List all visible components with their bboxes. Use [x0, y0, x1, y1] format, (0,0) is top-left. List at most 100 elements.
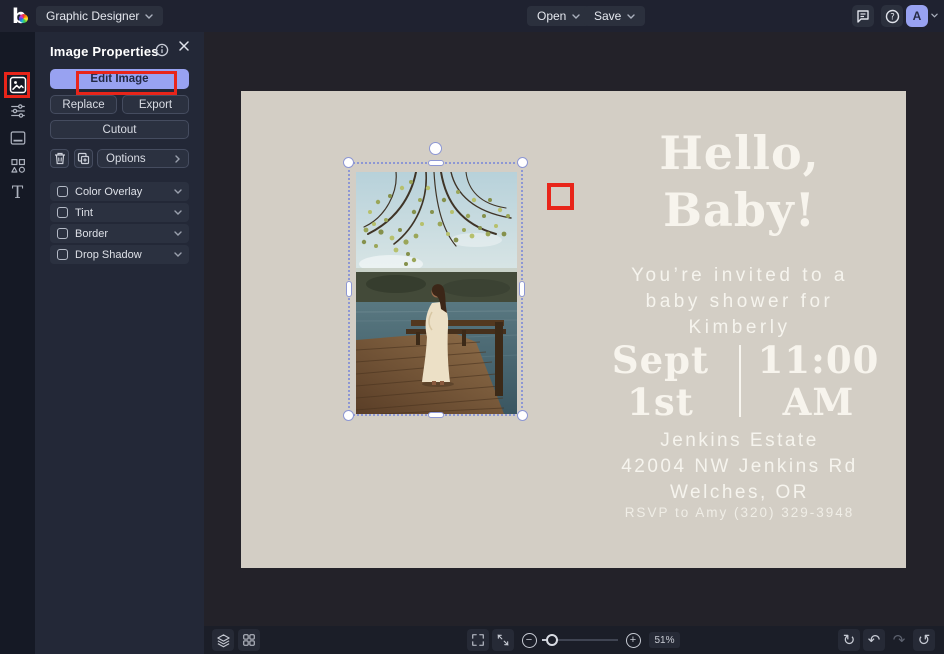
chevron-right-icon — [175, 154, 180, 163]
replace-label: Replace — [62, 98, 105, 111]
toggle-color-overlay[interactable]: Color Overlay — [50, 182, 189, 201]
rotate-handle[interactable] — [429, 142, 442, 155]
design-canvas[interactable]: Hello, Baby! You’re invited to a baby sh… — [204, 32, 944, 654]
account-chevron-down-icon[interactable] — [931, 13, 938, 18]
resize-handle-top[interactable] — [427, 160, 444, 166]
tool-rail: T — [0, 32, 35, 654]
refresh-canvas-button[interactable]: ↻ — [838, 629, 860, 651]
checkbox[interactable] — [57, 186, 68, 197]
invitation-card[interactable]: Hello, Baby! You’re invited to a baby sh… — [241, 91, 906, 568]
resize-handle-top-right[interactable] — [517, 157, 528, 168]
card-rsvp[interactable]: RSVP to Amy (320) 329-3948 — [573, 505, 906, 520]
befunky-logo[interactable]: b — [12, 4, 32, 28]
panel-title: Image Properties — [50, 44, 159, 59]
duplicate-icon — [77, 152, 90, 165]
card-address[interactable]: Jenkins Estate 42004 NW Jenkins Rd Welch… — [573, 428, 906, 506]
cutout-button[interactable]: Cutout — [50, 120, 189, 139]
zoom-slider[interactable] — [542, 634, 618, 646]
card-invite-text[interactable]: You’re invited to a baby shower for Kimb… — [573, 263, 906, 341]
info-button[interactable] — [155, 43, 169, 57]
card-title-line: Hello, — [659, 126, 820, 180]
color-wheel-icon — [19, 14, 28, 23]
rail-item-adjustments[interactable] — [0, 98, 35, 124]
layers-button[interactable] — [212, 629, 234, 651]
card-datetime[interactable]: Sept 1st 11:00 AM — [573, 339, 906, 423]
toggle-label: Drop Shadow — [75, 248, 142, 261]
frame-icon — [10, 131, 25, 145]
toggle-border[interactable]: Border — [50, 224, 189, 243]
invite-line: baby shower for — [645, 291, 834, 312]
close-panel-button[interactable] — [178, 40, 190, 52]
card-date: Sept 1st — [597, 339, 725, 423]
checkbox[interactable] — [57, 228, 68, 239]
cutout-label: Cutout — [102, 123, 137, 136]
address-line: Welches, OR — [669, 482, 810, 503]
date-line: 1st — [627, 380, 694, 424]
card-title[interactable]: Hello, Baby! — [573, 125, 906, 239]
zoom-in-button[interactable]: + — [622, 629, 644, 651]
delete-layer-button[interactable] — [50, 149, 69, 168]
rail-item-text[interactable]: T — [0, 180, 35, 206]
photo-layer[interactable] — [356, 172, 517, 414]
close-icon — [179, 41, 189, 51]
fit-to-screen-icon — [497, 634, 509, 646]
resize-handle-left[interactable] — [346, 281, 352, 297]
edit-image-label: Edit Image — [90, 73, 149, 85]
product-menu-button[interactable]: Graphic Designer — [36, 6, 164, 26]
resize-handle-bottom-right[interactable] — [517, 410, 528, 421]
fullscreen-icon — [472, 634, 484, 646]
zoom-level-badge: 51% — [649, 632, 680, 648]
grid-view-button[interactable] — [238, 629, 260, 651]
history-icon: ↺ — [917, 630, 931, 649]
rail-item-image-manager[interactable] — [0, 72, 35, 98]
account-avatar[interactable]: A — [906, 5, 928, 27]
info-icon — [155, 43, 169, 57]
export-button[interactable]: Export — [122, 95, 189, 114]
date-line: Sept — [611, 338, 710, 382]
save-button[interactable]: Save — [584, 6, 646, 26]
image-icon — [9, 76, 26, 94]
app-window: b Graphic Designer Open Save ? A — [0, 0, 944, 654]
chevron-down-icon — [174, 252, 182, 257]
chevron-down-icon — [174, 231, 182, 236]
redo-button[interactable]: ↷ — [888, 629, 910, 651]
chevron-down-icon — [627, 14, 636, 19]
checkbox[interactable] — [57, 207, 68, 218]
minus-icon: − — [521, 632, 537, 648]
chevron-down-icon — [174, 210, 182, 215]
product-menu-label: Graphic Designer — [46, 9, 140, 23]
resize-handle-right[interactable] — [519, 281, 525, 297]
invite-line: You’re invited to a — [631, 265, 848, 286]
edit-image-button[interactable]: Edit Image — [50, 69, 189, 89]
redo-icon: ↷ — [892, 630, 906, 649]
export-label: Export — [138, 98, 173, 111]
fit-to-screen-button[interactable] — [492, 629, 514, 651]
open-button[interactable]: Open — [527, 6, 591, 26]
toggle-drop-shadow[interactable]: Drop Shadow — [50, 245, 189, 264]
time-line: 11:00 — [757, 338, 880, 382]
zoom-slider-knob[interactable] — [546, 634, 558, 646]
card-time: 11:00 AM — [755, 339, 883, 423]
refresh-icon: ↻ — [842, 630, 856, 649]
rail-item-graphics[interactable] — [0, 153, 35, 179]
grid-icon — [243, 634, 255, 646]
toggle-label: Border — [75, 227, 109, 240]
replace-button[interactable]: Replace — [50, 95, 117, 114]
resize-handle-top-left[interactable] — [343, 157, 354, 168]
topbar: b Graphic Designer Open Save ? A — [0, 0, 944, 32]
save-label: Save — [594, 9, 622, 23]
toggle-tint[interactable]: Tint — [50, 203, 189, 222]
feedback-chat-button[interactable] — [852, 5, 874, 27]
fullscreen-button[interactable] — [467, 629, 489, 651]
resize-handle-bottom-left[interactable] — [343, 410, 354, 421]
rail-item-frames[interactable] — [0, 125, 35, 151]
options-button[interactable]: Options — [97, 149, 189, 168]
history-button[interactable]: ↺ — [913, 629, 935, 651]
help-button[interactable]: ? — [881, 5, 903, 27]
zoom-out-button[interactable]: − — [518, 629, 540, 651]
checkbox[interactable] — [57, 249, 68, 260]
undo-button[interactable]: ↶ — [863, 629, 885, 651]
duplicate-layer-button[interactable] — [74, 149, 93, 168]
chevron-down-icon — [572, 14, 581, 19]
resize-handle-bottom[interactable] — [427, 412, 444, 418]
